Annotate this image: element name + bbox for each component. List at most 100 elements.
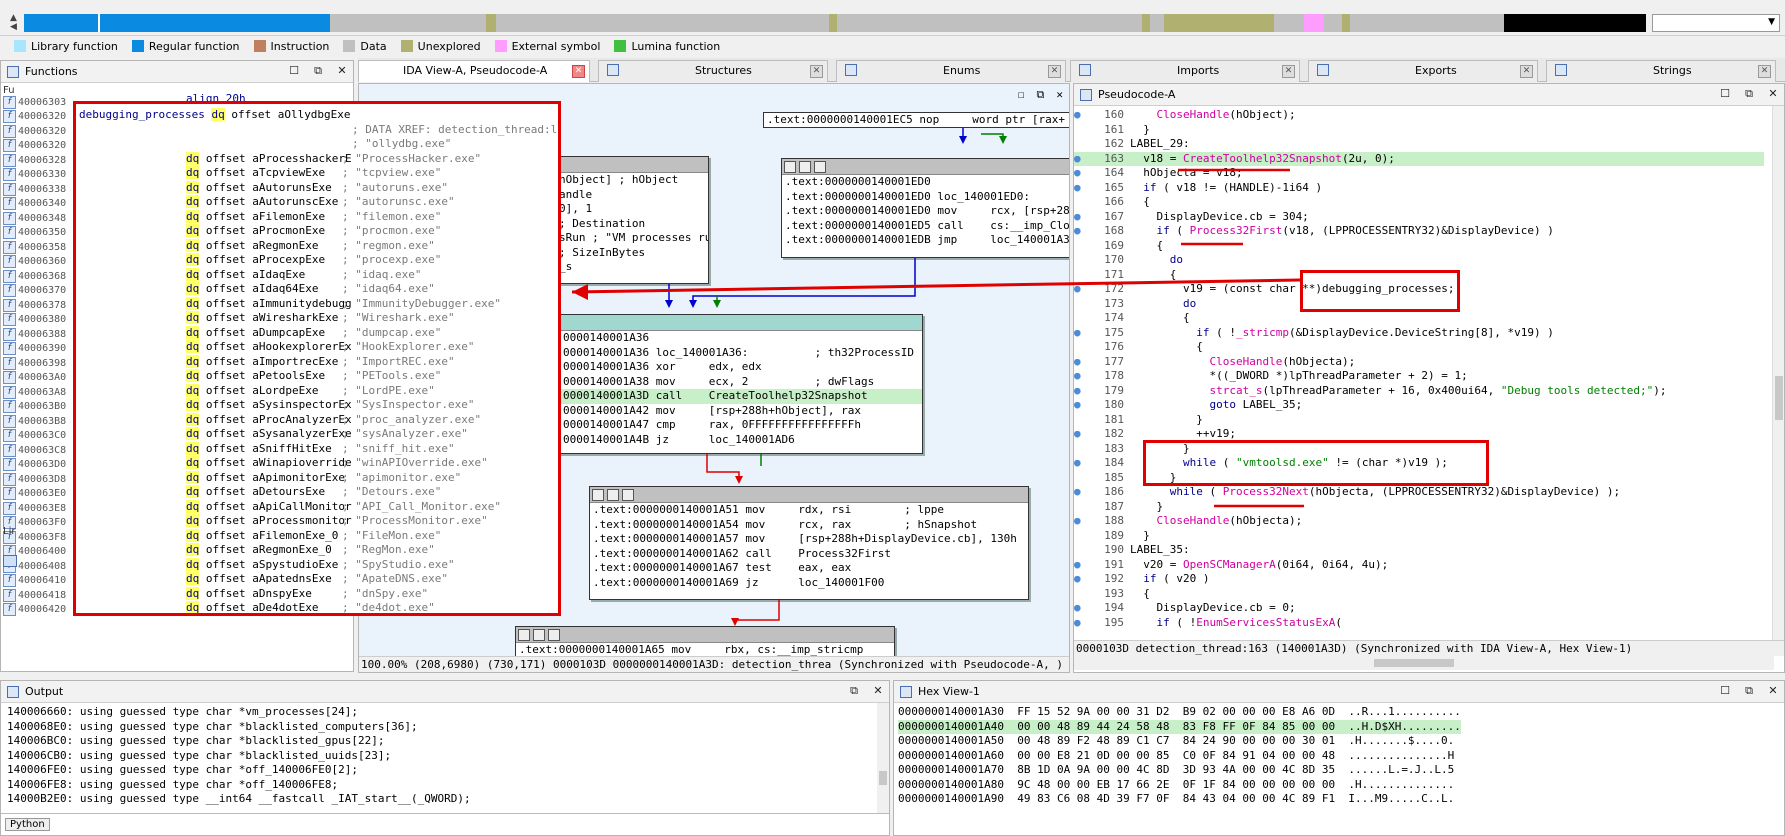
popup-data-entry[interactable]: dq offset aRegmonExe_0: [186, 543, 332, 558]
pseudocode-line[interactable]: 166 {: [1074, 195, 1764, 210]
close-icon[interactable]: ✕: [1766, 87, 1780, 101]
pseudocode-line[interactable]: ● 175 if ( !_stricmp(&DisplayDevice.Devic…: [1074, 326, 1764, 341]
breakpoint-dot-icon[interactable]: [1074, 137, 1084, 152]
close-tab-icon[interactable]: ✕: [810, 65, 823, 78]
nav-scroll-arrows-icon[interactable]: ▲ ◀: [10, 14, 22, 32]
breakpoint-dot-icon[interactable]: ●: [1074, 181, 1084, 196]
function-row[interactable]: f 40006390: [3, 342, 66, 356]
close-tab-icon[interactable]: ✕: [1282, 65, 1295, 78]
popup-data-entry[interactable]: dq offset aHookexplorerEx: [186, 340, 352, 355]
graph-node-a51[interactable]: .text:0000000140001A51 mov rdx, rsi ; lp…: [589, 486, 1029, 600]
function-row[interactable]: f 400063A0: [3, 371, 66, 385]
tab-ida-view[interactable]: IDA View-A, Pseudocode-A ✕: [358, 60, 590, 82]
breakpoint-dot-icon[interactable]: ●: [1074, 326, 1084, 341]
asm-line[interactable]: 0000140001A3D call CreateToolhelp32Snaps…: [560, 389, 922, 404]
breakpoint-dot-icon[interactable]: ●: [1074, 427, 1084, 442]
popup-data-entry[interactable]: dq offset aDnspyExe: [186, 586, 312, 602]
popup-data-entry[interactable]: dq offset aAutorunscExe: [186, 195, 338, 210]
function-row[interactable]: f 40006378: [3, 298, 66, 312]
function-row[interactable]: f 40006340: [3, 197, 66, 211]
hex-row[interactable]: 0000000140001A80 9C 48 00 00 EB 17 66 2E…: [898, 778, 1454, 793]
breakpoint-dot-icon[interactable]: [1074, 413, 1084, 428]
breakpoint-dot-icon[interactable]: [1074, 543, 1084, 558]
function-row[interactable]: f 40006348: [3, 211, 66, 225]
output-scrollbar[interactable]: [877, 703, 889, 813]
popup-data-entry[interactable]: dq offset aSpystudioExe: [186, 557, 338, 573]
function-row[interactable]: f 40006350: [3, 226, 66, 240]
popup-data-entry[interactable]: dq offset aSniffHitExe: [186, 441, 332, 457]
asm-line[interactable]: .text:0000000140001EDB jmp loc_140001A3: [782, 233, 1069, 248]
breakpoint-dot-icon[interactable]: ●: [1074, 485, 1084, 500]
pseudocode-line[interactable]: ● 179 strcat_s(lpThreadParameter + 16, 0x…: [1074, 384, 1764, 399]
function-row[interactable]: f 400063E0: [3, 487, 66, 501]
popup-data-entry[interactable]: dq offset aDumpcapExe: [186, 325, 325, 341]
asm-line[interactable]: .text:0000000140001A51 mov rdx, rsi ; lp…: [590, 503, 1028, 518]
function-row[interactable]: f 400063B8: [3, 414, 66, 428]
pseudocode-line[interactable]: 190 LABEL_35:: [1074, 543, 1764, 558]
popup-data-entry[interactable]: dq offset aRegmonExe: [186, 238, 318, 254]
hex-row[interactable]: 0000000140001A90 49 83 C6 08 4D 39 F7 0F…: [898, 792, 1454, 807]
popup-data-entry[interactable]: dq offset aProcessmonitor: [186, 514, 352, 529]
breakpoint-dot-icon[interactable]: ●: [1074, 601, 1084, 616]
hex-row[interactable]: 0000000140001A60 00 00 E8 21 0D 00 00 85…: [898, 749, 1454, 764]
pseudocode-line[interactable]: 170 do: [1074, 253, 1764, 268]
function-row[interactable]: f 40006358: [3, 240, 66, 254]
asm-line[interactable]: .text:0000000140001ED0 loc_140001ED0:: [782, 190, 1069, 205]
popup-data-entry[interactable]: dq offset aApatednsExe: [186, 572, 332, 587]
pseudocode-line[interactable]: ● 163 v18 = CreateToolhelp32Snapshot(2u, …: [1074, 151, 1764, 166]
tab-strings[interactable]: Strings ✕: [1546, 60, 1776, 82]
popup-data-entry[interactable]: dq offset aApiCallMonitor: [186, 499, 352, 515]
asm-line[interactable]: 0000140001A4B jz loc_140001AD6: [560, 433, 922, 448]
function-row[interactable]: f 40006320: [3, 110, 66, 124]
float-icon[interactable]: ⧉: [311, 64, 325, 78]
breakpoint-dot-icon[interactable]: [1074, 297, 1084, 312]
pseudocode-line[interactable]: 176 {: [1074, 340, 1764, 355]
restore-icon[interactable]: ☐: [1718, 684, 1732, 698]
output-pane[interactable]: Output ⧉ ✕ 140006660: using guessed type…: [0, 680, 890, 836]
breakpoint-dot-icon[interactable]: ●: [1074, 514, 1084, 529]
pseudocode-vertical-scrollbar[interactable]: [1772, 106, 1784, 652]
close-icon[interactable]: ✕: [335, 64, 349, 78]
float-icon[interactable]: ⧉: [1742, 87, 1756, 101]
breakpoint-dot-icon[interactable]: [1074, 340, 1084, 355]
pseudocode-line[interactable]: ● 167 DisplayDevice.cb = 304;: [1074, 210, 1764, 225]
pseudocode-line[interactable]: ● 160 CloseHandle(hObject);: [1074, 108, 1764, 123]
asm-line[interactable]: .text:0000000140001A62 call Process32Fir…: [590, 547, 1028, 562]
pseudocode-horizontal-scrollbar[interactable]: [1074, 656, 1774, 670]
tab-structures[interactable]: Structures ✕: [598, 60, 828, 82]
asm-line[interactable]: 0000140001A36 loc_140001A36: ; th32Proce…: [560, 346, 922, 361]
pseudocode-line[interactable]: ● 178 *((_DWORD *)lpThreadParameter + 2) …: [1074, 369, 1764, 384]
breakpoint-dot-icon[interactable]: ●: [1074, 398, 1084, 413]
popup-data-entry[interactable]: dq offset aLordpeExe: [186, 383, 318, 399]
breakpoint-dot-icon[interactable]: ●: [1074, 166, 1084, 181]
function-row[interactable]: f 40006388: [3, 327, 66, 341]
asm-line[interactable]: 0000140001A36 xor edx, edx: [560, 360, 922, 375]
asm-line[interactable]: .text:0000000140001ED5 call cs:__imp_Clo: [782, 219, 1069, 234]
scrollbar-thumb[interactable]: [1775, 376, 1783, 420]
pseudocode-line[interactable]: 189 }: [1074, 529, 1764, 544]
function-row[interactable]: f 40006360: [3, 255, 66, 269]
popup-data-entry[interactable]: dq offset aSysanalyzerExe: [186, 427, 352, 442]
popup-data-entry[interactable]: dq offset aProcexpExe: [186, 253, 325, 268]
popup-data-entry[interactable]: dq offset aIdaqExe: [186, 267, 305, 283]
function-row[interactable]: f 40006368: [3, 269, 66, 283]
close-icon[interactable]: ✕: [871, 684, 885, 698]
breakpoint-dot-icon[interactable]: [1074, 239, 1084, 254]
restore-icon[interactable]: ☐: [1718, 87, 1732, 101]
popup-data-entry[interactable]: dq offset aAutorunsExe: [186, 180, 332, 196]
function-row[interactable]: f 40006370: [3, 284, 66, 298]
function-row[interactable]: f 400063C8: [3, 443, 66, 457]
function-row[interactable]: f 400063B0: [3, 400, 66, 414]
popup-data-entry[interactable]: dq offset aImportrecExe: [186, 354, 338, 370]
function-row[interactable]: f 40006328: [3, 153, 66, 167]
popup-data-entry[interactable]: dq offset aProcAnalyzerEx: [186, 412, 352, 428]
close-tab-icon[interactable]: ✕: [1758, 65, 1771, 78]
breakpoint-dot-icon[interactable]: [1074, 587, 1084, 602]
pseudocode-line[interactable]: 187 }: [1074, 500, 1764, 515]
tab-imports[interactable]: Imports ✕: [1070, 60, 1300, 82]
function-row[interactable]: f 40006320: [3, 124, 66, 138]
asm-line[interactable]: .text:0000000140001A69 jz loc_140001F00: [590, 576, 1028, 591]
popup-data-entry[interactable]: dq offset aSysinspectorEx: [186, 398, 352, 413]
float-icon[interactable]: ⧉: [1037, 88, 1045, 102]
breakpoint-dot-icon[interactable]: [1074, 311, 1084, 326]
